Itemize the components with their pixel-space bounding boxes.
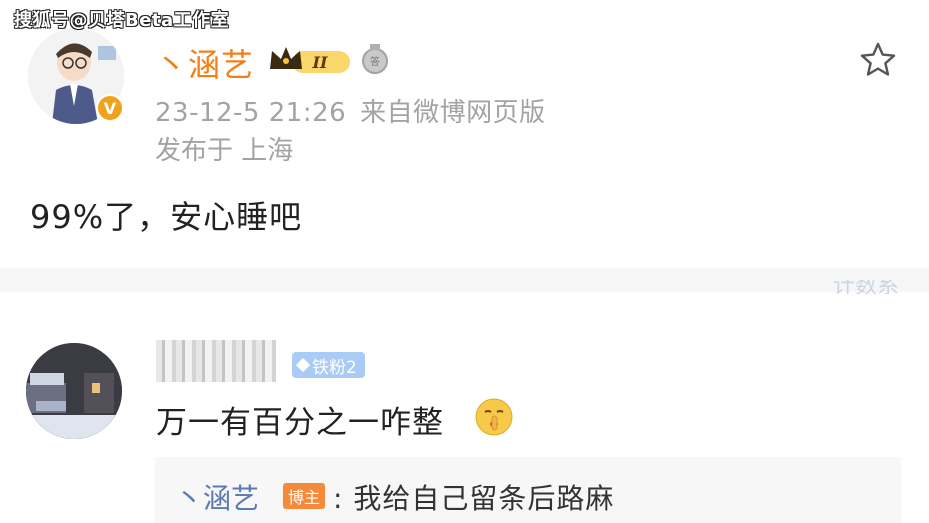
host-badge: 博主 [283,483,326,509]
weibo-post: V 丶涵艺 II 答 23-12-5 21:26 来自微博网页版 发布于 上海 9… [0,0,929,268]
reply-text: : 我给自己留条后路麻 [333,482,615,515]
commenter-name-redacted[interactable] [156,340,276,382]
post-content: 99%了，安心睡吧 [30,198,303,236]
post-source: 来自微博网页版 [360,98,546,128]
fan-level-badge[interactable]: 铁粉2 [292,352,365,378]
separator-ghost-text: 计数系 [832,280,899,294]
medal-icon[interactable]: 答 [360,42,390,80]
post-timestamp: 23-12-5 21:26 [155,98,347,128]
commenter-avatar[interactable] [26,343,122,439]
reply-quote[interactable]: 丶涵艺 博主 : 我给自己留条后路麻 [155,457,901,523]
fan-badge-label: 铁粉2 [312,357,357,378]
shush-emoji-icon [474,397,514,441]
verified-badge: V [96,94,124,122]
star-icon[interactable] [858,40,898,84]
vip-level-badge[interactable]: II [268,45,354,81]
level-text: II [312,53,328,72]
comment-text: 万一有百分之一咋整 [156,405,444,441]
author-name[interactable]: 丶涵艺 [155,40,254,86]
section-separator [0,268,929,292]
post-meta: 23-12-5 21:26 来自微博网页版 [155,92,546,129]
diamond-icon [295,357,311,373]
watermark: 搜狐号@贝塔Beta工作室 [14,10,230,31]
post-location: 发布于 上海 [155,136,294,166]
svg-text:答: 答 [370,55,380,68]
reply-author-link[interactable]: 丶涵艺 [175,477,259,517]
